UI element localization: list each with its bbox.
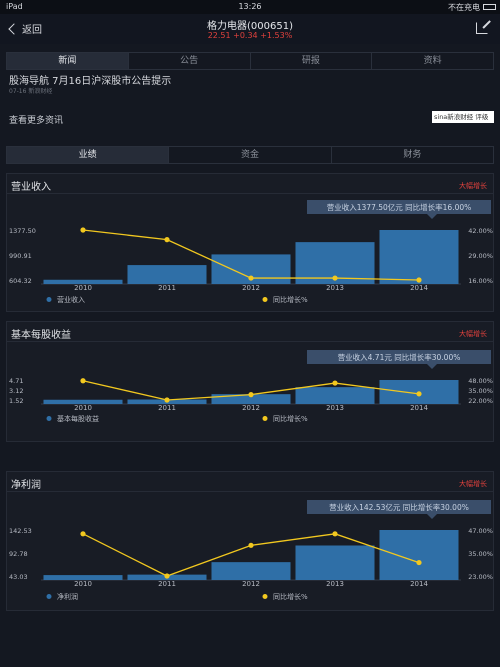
y-tick-label: 4.71 — [9, 377, 23, 385]
growth-point — [248, 542, 254, 548]
chart-bar — [211, 562, 291, 580]
primary-tabs: 新闻 公告 研报 资料 — [6, 52, 494, 70]
chart-bar — [295, 545, 375, 580]
growth-point — [164, 397, 170, 403]
value-tooltip-text: 营业收入142.53亿元 同比增长率30.00% — [329, 502, 469, 512]
legend-bar-marker — [46, 297, 52, 302]
chart-bar — [379, 230, 459, 284]
growth-point — [332, 531, 338, 537]
y-tick-label: 1.52 — [9, 397, 23, 405]
y2-tick-label: 48.00% — [468, 377, 493, 385]
stock-quote: 22.51 +0.34 +1.53% — [207, 31, 293, 40]
y-tick-label: 990.91 — [9, 252, 32, 260]
tooltip-pointer — [427, 364, 437, 369]
growth-point — [80, 227, 86, 233]
legend-line-label: 同比增长% — [273, 414, 308, 423]
x-tick-label: 2012 — [242, 284, 260, 292]
growth-point — [80, 378, 86, 384]
legend-bar-marker — [46, 416, 52, 421]
status-bar: iPad 13:26 不在充电 — [0, 0, 500, 14]
tab-announcements[interactable]: 公告 — [129, 53, 251, 69]
value-tooltip-text: 营业收入4.71元 同比增长率30.00% — [338, 352, 461, 362]
tab-news[interactable]: 新闻 — [7, 53, 129, 69]
x-tick-label: 2011 — [158, 580, 176, 588]
x-tick-label: 2011 — [158, 284, 176, 292]
clock: 13:26 — [238, 2, 262, 11]
x-tick-label: 2014 — [410, 284, 428, 292]
growth-point — [416, 391, 422, 397]
x-tick-label: 2010 — [74, 580, 92, 588]
tooltip-pointer — [427, 214, 437, 219]
share-icon[interactable] — [476, 22, 488, 34]
legend-line-marker — [262, 416, 268, 421]
eps-chart-panel: 基本每股收益 大幅增长 营业收入4.71元 同比增长率30.00% 4.71 3.1… — [6, 321, 494, 442]
y2-tick-label: 23.00% — [468, 573, 493, 581]
charging-status: 不在充电 — [448, 3, 480, 12]
eps-chart: 营业收入4.71元 同比增长率30.00% 4.71 3.12 1.52 48.00% 3… — [9, 350, 493, 423]
y2-tick-label: 29.00% — [468, 252, 493, 260]
y2-tick-label: 42.00% — [468, 227, 493, 235]
x-tick-label: 2012 — [242, 580, 260, 588]
tab-performance[interactable]: 业绩 — [7, 147, 170, 163]
growth-point — [248, 392, 254, 398]
growth-point — [416, 277, 422, 283]
tab-profile[interactable]: 资料 — [372, 53, 493, 69]
x-tick-label: 2010 — [74, 284, 92, 292]
legend-line-marker — [262, 594, 268, 599]
y2-tick-label: 35.00% — [468, 550, 493, 558]
x-tick-label: 2010 — [74, 404, 92, 412]
growth-point — [164, 573, 170, 579]
y-tick-label: 604.32 — [9, 277, 32, 285]
news-headline[interactable]: 股海导航 7月16日沪深股市公告提示 — [9, 72, 171, 87]
y-tick-label: 92.78 — [9, 550, 28, 558]
tab-funds[interactable]: 资金 — [169, 147, 332, 163]
growth-point — [80, 531, 86, 537]
net-profit-chart-panel: 净利润 大幅增长 营业收入142.53亿元 同比增长率30.00% 142.53 9… — [6, 471, 494, 611]
x-tick-label: 2013 — [326, 404, 344, 412]
x-tick-label: 2012 — [242, 404, 260, 412]
growth-point — [332, 275, 338, 281]
y-tick-label: 3.12 — [9, 387, 23, 395]
x-tick-label: 2014 — [410, 580, 428, 588]
growth-point — [416, 559, 422, 566]
y2-tick-label: 35.00% — [468, 387, 493, 395]
legend-bar-label: 营业收入 — [57, 295, 85, 304]
x-tick-label: 2013 — [326, 580, 344, 588]
y-tick-label: 1377.50 — [9, 227, 36, 235]
y2-tick-label: 16.00% — [468, 277, 493, 285]
stock-title: 格力电器(000651) — [207, 21, 293, 32]
growth-point — [164, 237, 170, 243]
tooltip-pointer — [427, 514, 437, 519]
x-tick-label: 2011 — [158, 404, 176, 412]
y2-tick-label: 47.00% — [468, 527, 493, 535]
value-tooltip-text: 营业收入1377.50亿元 同比增长率16.00% — [327, 202, 472, 212]
x-tick-label: 2013 — [326, 284, 344, 292]
revenue-chart: 营业收入1377.50亿元 同比增长率16.00% 1377.50 990.91 60… — [9, 200, 493, 304]
net-profit-chart: 营业收入142.53亿元 同比增长率30.00% 142.53 92.78 43.03… — [9, 500, 493, 601]
legend-line-label: 同比增长% — [273, 592, 308, 601]
legend-bar-label: 基本每股收益 — [57, 414, 99, 423]
battery-icon — [483, 4, 496, 10]
secondary-tabs: 业绩 资金 财务 — [6, 146, 494, 164]
revenue-chart-panel: 营业收入 大幅增长 营业收入1377.50亿元 同比增长率16.00% 1377.… — [6, 173, 494, 312]
chart-bar — [295, 387, 375, 404]
more-news-link[interactable]: 查看更多资讯 — [9, 113, 63, 126]
chart-bar — [127, 265, 207, 284]
tab-research[interactable]: 研报 — [251, 53, 373, 69]
nav-bar: 返回 格力电器(000651) 22.51 +0.34 +1.53% — [0, 14, 500, 44]
legend-bar-marker — [46, 594, 52, 599]
tab-finance[interactable]: 财务 — [332, 147, 493, 163]
y-tick-label: 142.53 — [9, 527, 32, 535]
legend-line-marker — [262, 297, 268, 302]
y2-tick-label: 22.00% — [468, 397, 493, 405]
growth-point — [332, 380, 338, 386]
legend-line-label: 同比增长% — [273, 295, 308, 304]
growth-point — [248, 275, 254, 281]
legend-bar-label: 净利润 — [57, 592, 78, 601]
sina-logo: sina新浪财经 评级 — [432, 111, 494, 123]
news-meta: 07-16 新浪财经 — [9, 88, 53, 95]
chart-bar — [379, 530, 459, 580]
y-tick-label: 43.03 — [9, 573, 28, 581]
x-tick-label: 2014 — [410, 404, 428, 412]
